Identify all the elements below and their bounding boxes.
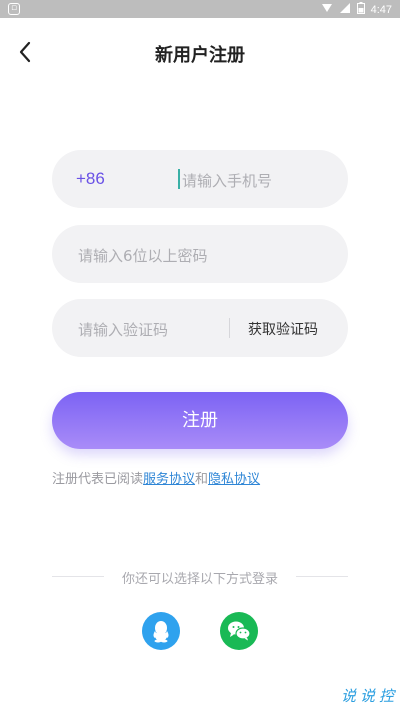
other-login-section: 你还可以选择以下方式登录	[52, 568, 348, 587]
watermark-char: 说	[359, 687, 375, 705]
status-bar: ▫ 4:47	[0, 0, 400, 18]
status-icons: 4:47	[321, 2, 392, 17]
battery-icon	[356, 2, 365, 17]
agreement-conjunction: 和	[195, 472, 209, 487]
field-divider	[229, 318, 230, 338]
status-time: 4:47	[370, 3, 392, 16]
text-caret	[178, 169, 180, 189]
wechat-login-button[interactable]	[220, 612, 258, 650]
qq-icon	[153, 621, 169, 643]
divider-right	[296, 576, 348, 577]
password-field[interactable]: 请输入6位以上密码	[52, 225, 348, 283]
phone-placeholder: 请输入手机号	[182, 172, 273, 190]
register-button[interactable]: 注册	[52, 392, 348, 449]
verification-code-field[interactable]: 请输入验证码 获取验证码	[52, 299, 348, 357]
wechat-icon	[228, 621, 251, 641]
password-placeholder: 请输入6位以上密码	[78, 247, 208, 265]
signal-icon	[339, 2, 351, 17]
agreement-prefix: 注册代表已阅读	[52, 472, 144, 487]
notification-icon: ▫	[8, 3, 20, 15]
qq-login-button[interactable]	[142, 612, 180, 650]
register-label: 注册	[182, 410, 218, 431]
country-code[interactable]: +86	[76, 169, 105, 189]
privacy-policy-link[interactable]: 隐私协议	[208, 472, 260, 487]
code-placeholder: 请输入验证码	[78, 321, 169, 339]
vibrate-icon	[321, 2, 333, 17]
agreement-text: 注册代表已阅读服务协议和隐私协议	[52, 468, 260, 487]
page-title: 新用户注册	[155, 45, 245, 66]
watermark-logo: 说 说 控	[341, 685, 394, 706]
phone-field[interactable]: +86 请输入手机号	[52, 150, 348, 208]
other-login-label: 你还可以选择以下方式登录	[121, 572, 278, 587]
get-code-button[interactable]: 获取验证码	[248, 319, 318, 339]
service-agreement-link[interactable]: 服务协议	[143, 472, 195, 487]
watermark-char: 说	[340, 687, 356, 705]
watermark-char: 控	[378, 687, 394, 705]
